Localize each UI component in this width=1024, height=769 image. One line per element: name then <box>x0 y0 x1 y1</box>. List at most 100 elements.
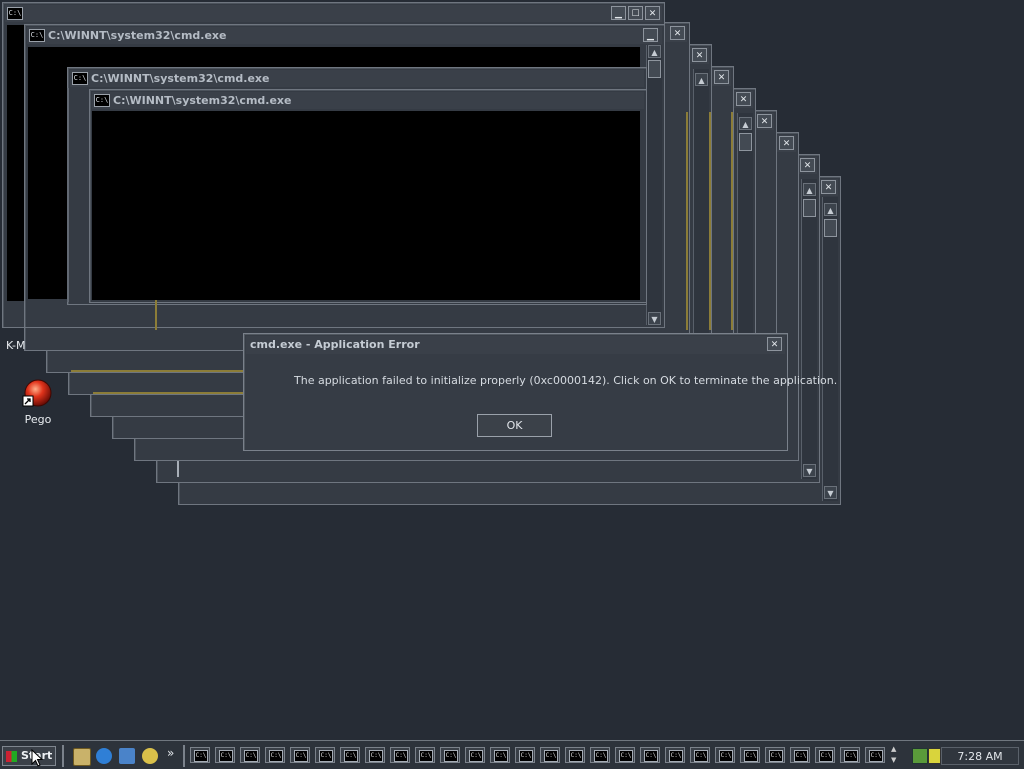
taskbar: Start » C:\ C:\ C:\ C:\ C:\ C:\ C:\ C:\ C:\ C:\ C:… <box>0 740 1024 769</box>
scroll-down-button[interactable]: ▼ <box>824 486 837 499</box>
vertical-scrollbar[interactable]: ▲ ▼ <box>801 179 817 479</box>
scroll-down-button[interactable]: ▼ <box>648 312 661 325</box>
vertical-scrollbar[interactable]: ▲ ▼ <box>646 45 662 325</box>
application-error-dialog[interactable]: cmd.exe - Application Error ✕ The applic… <box>243 333 837 451</box>
taskbar-task-cmd[interactable]: C:\ <box>390 747 410 763</box>
taskbar-task-cmd[interactable]: C:\ <box>315 747 335 763</box>
console-output[interactable] <box>7 25 25 301</box>
system-tray <box>908 747 941 765</box>
taskbar-task-cmd[interactable]: C:\ <box>340 747 360 763</box>
network-icon[interactable] <box>912 748 928 764</box>
scroll-up-button[interactable]: ▲ <box>739 117 752 130</box>
taskbar-task-cmd[interactable]: C:\ <box>615 747 635 763</box>
title-bar[interactable]: C:\ C:\WINNT\system32\cmd.exe <box>92 92 644 109</box>
taskbar-task-cmd[interactable]: C:\ <box>365 747 385 763</box>
taskbar-task-cmd[interactable]: C:\ <box>790 747 810 763</box>
minimize-button[interactable]: ▁ <box>611 6 626 20</box>
taskbar-task-cmd[interactable]: C:\ <box>190 747 210 763</box>
window-accent-line <box>93 392 243 394</box>
ie-icon[interactable] <box>96 748 112 764</box>
taskbar-task-cmd[interactable]: C:\ <box>715 747 735 763</box>
minimize-button[interactable]: ▁ <box>643 28 658 42</box>
outlook-icon[interactable] <box>119 748 135 764</box>
window-accent-line <box>155 300 157 330</box>
scroll-up-button[interactable]: ▲ <box>648 45 661 58</box>
scroll-down-icon[interactable]: ▼ <box>891 756 896 764</box>
scroll-thumb[interactable] <box>803 199 816 217</box>
taskbar-task-cmd[interactable]: C:\ <box>290 747 310 763</box>
console-icon: C:\ <box>869 750 883 762</box>
close-button[interactable]: ✕ <box>779 136 794 150</box>
console-icon: C:\ <box>544 750 558 762</box>
close-button[interactable]: ✕ <box>800 158 815 172</box>
volume-icon[interactable] <box>928 748 941 764</box>
scroll-down-button[interactable]: ▼ <box>803 464 816 477</box>
taskbar-task-cmd[interactable]: C:\ <box>765 747 785 763</box>
scroll-thumb[interactable] <box>739 133 752 151</box>
start-button[interactable]: Start <box>2 746 56 766</box>
taskbar-task-cmd[interactable]: C:\ <box>515 747 535 763</box>
taskbar-task-cmd[interactable]: C:\ <box>640 747 660 763</box>
search-icon[interactable] <box>142 748 158 764</box>
console-icon: C:\ <box>94 94 110 107</box>
desktop-icon-pego[interactable]: Pego <box>18 378 58 428</box>
taskbar-task-cmd[interactable]: C:\ <box>665 747 685 763</box>
window-accent-line <box>686 112 688 330</box>
close-button[interactable]: ✕ <box>645 6 660 20</box>
taskbar-task-cmd[interactable]: C:\ <box>265 747 285 763</box>
scroll-up-button[interactable]: ▲ <box>803 183 816 196</box>
desktop-icon[interactable] <box>73 748 91 766</box>
taskbar-task-cmd[interactable]: C:\ <box>690 747 710 763</box>
taskbar-task-cmd[interactable]: C:\ <box>590 747 610 763</box>
scroll-thumb[interactable] <box>824 219 837 237</box>
taskbar-task-cmd[interactable]: C:\ <box>815 747 835 763</box>
window-title: C:\WINNT\system32\cmd.exe <box>113 94 292 107</box>
window-accent-line <box>731 112 733 330</box>
close-button[interactable]: ✕ <box>714 70 729 84</box>
close-button[interactable]: ✕ <box>736 92 751 106</box>
clock[interactable]: 7:28 AM <box>941 747 1019 765</box>
taskbar-task-cmd[interactable]: C:\ <box>565 747 585 763</box>
dialog-title-bar[interactable]: cmd.exe - Application Error ✕ <box>246 336 785 354</box>
console-icon: C:\ <box>269 750 283 762</box>
console-icon: C:\ <box>369 750 383 762</box>
taskbar-task-cmd[interactable]: C:\ <box>540 747 560 763</box>
title-bar[interactable]: C:\ C:\WINNT\system32\cmd.exe ▁ <box>27 27 662 44</box>
taskbar-task-cmd[interactable]: C:\ <box>490 747 510 763</box>
taskbar-task-cmd[interactable]: C:\ <box>415 747 435 763</box>
console-output[interactable] <box>92 111 640 300</box>
more-chevron-icon[interactable]: » <box>167 746 174 760</box>
console-icon: C:\ <box>344 750 358 762</box>
maximize-button[interactable]: ☐ <box>628 6 643 20</box>
close-button[interactable]: ✕ <box>692 48 707 62</box>
desktop-shortcut-label[interactable]: K-M <box>6 339 28 352</box>
cmd-window-front[interactable]: C:\ C:\WINNT\system32\cmd.exe <box>89 89 647 303</box>
taskbar-task-cmd[interactable]: C:\ <box>840 747 860 763</box>
close-button[interactable]: ✕ <box>767 337 782 351</box>
vertical-scrollbar[interactable]: ▲ ▼ <box>822 197 838 501</box>
title-bar[interactable]: C:\ C:\WINNT\system32\cmd.exe <box>70 70 644 87</box>
taskbar-task-cmd[interactable]: C:\ <box>215 747 235 763</box>
scroll-thumb[interactable] <box>648 60 661 78</box>
taskbar-task-cmd[interactable]: C:\ <box>440 747 460 763</box>
console-icon: C:\ <box>294 750 308 762</box>
taskbar-separator <box>62 745 64 767</box>
taskbar-task-cmd[interactable]: C:\ <box>465 747 485 763</box>
taskbar-task-cmd[interactable]: C:\ <box>865 747 885 763</box>
mouse-cursor-icon <box>31 749 43 767</box>
close-button[interactable]: ✕ <box>757 114 772 128</box>
console-icon: C:\ <box>794 750 808 762</box>
scroll-up-button[interactable]: ▲ <box>695 73 708 86</box>
vertical-scrollbar[interactable]: ▲ <box>693 69 709 369</box>
title-bar[interactable]: C:\ ▁ ☐ ✕ <box>5 5 662 22</box>
scroll-up-icon[interactable]: ▲ <box>891 745 896 753</box>
console-icon: C:\ <box>719 750 733 762</box>
scroll-up-button[interactable]: ▲ <box>824 203 837 216</box>
close-button[interactable]: ✕ <box>670 26 685 40</box>
taskbar-task-cmd[interactable]: C:\ <box>240 747 260 763</box>
task-scroll[interactable]: ▲ ▼ <box>890 745 902 767</box>
close-button[interactable]: ✕ <box>821 180 836 194</box>
ok-button[interactable]: OK <box>477 414 552 437</box>
console-icon: C:\ <box>769 750 783 762</box>
taskbar-task-cmd[interactable]: C:\ <box>740 747 760 763</box>
